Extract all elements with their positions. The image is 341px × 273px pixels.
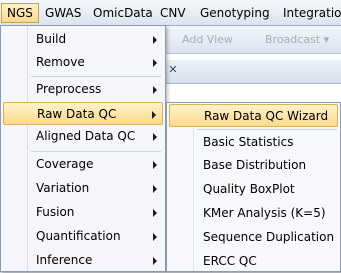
chevron-right-icon (153, 257, 157, 265)
menu-item-fusion[interactable]: Fusion (3, 201, 163, 224)
submenu-item-basic-statistics[interactable]: Basic Statistics (169, 131, 338, 154)
menu-item-label: Coverage (36, 157, 94, 171)
menu-item-raw-data-qc[interactable]: Raw Data QC (3, 102, 163, 125)
submenu-item-ercc-qc[interactable]: ERCC QC (169, 250, 338, 273)
chevron-right-icon (152, 111, 156, 119)
menu-separator (197, 129, 337, 130)
menu-bar: NGS GWAS OmicData CNV Genotyping Integra… (0, 0, 341, 26)
chevron-right-icon (153, 59, 157, 67)
menu-genotyping[interactable]: Genotyping (195, 3, 275, 23)
submenu-item-kmer-analysis[interactable]: KMer Analysis (K=5) (169, 202, 338, 225)
menu-ngs[interactable]: NGS (1, 3, 39, 23)
menu-integration[interactable]: Integration (278, 3, 341, 23)
menu-item-label: Raw Data QC (37, 107, 117, 121)
submenu-item-quality-boxplot[interactable]: Quality BoxPlot (169, 178, 338, 201)
chevron-right-icon (153, 161, 157, 169)
menu-item-label: Variation (36, 181, 90, 195)
menu-item-coverage[interactable]: Coverage (3, 153, 163, 176)
raw-data-qc-submenu: Raw Data QC Wizard Basic Statistics Base… (166, 102, 341, 272)
menu-gwas[interactable]: GWAS (40, 3, 86, 23)
menu-item-label: Remove (36, 55, 85, 69)
menu-separator (31, 76, 161, 77)
menu-item-remove[interactable]: Remove (3, 51, 163, 74)
submenu-item-label: KMer Analysis (K=5) (203, 206, 326, 220)
menu-item-label: Build (36, 32, 67, 46)
submenu-item-label: Basic Statistics (203, 135, 294, 149)
submenu-item-sequence-duplication[interactable]: Sequence Duplication (169, 226, 338, 249)
chevron-down-icon: ▾ (323, 33, 330, 46)
submenu-item-label: ERCC QC (203, 254, 257, 268)
chevron-right-icon (153, 185, 157, 193)
menu-item-label: Preprocess (36, 82, 102, 96)
menu-item-label: Quantification (36, 229, 121, 243)
submenu-item-label: Base Distribution (203, 158, 307, 172)
menu-separator (31, 151, 161, 152)
menu-item-preprocess[interactable]: Preprocess (3, 78, 163, 101)
chevron-right-icon (153, 86, 157, 94)
menu-omicdata[interactable]: OmicData (88, 3, 158, 23)
broadcast-label: Broadcast (265, 33, 321, 46)
chevron-right-icon (153, 133, 157, 141)
submenu-item-base-distribution[interactable]: Base Distribution (169, 154, 338, 177)
menu-item-quantification[interactable]: Quantification (3, 225, 163, 248)
menu-item-build[interactable]: Build (3, 28, 163, 51)
add-view-label: Add View (182, 33, 233, 46)
submenu-item-label: Quality BoxPlot (203, 182, 295, 196)
close-icon[interactable]: ✕ (166, 63, 180, 77)
chevron-right-icon (153, 209, 157, 217)
chevron-right-icon (153, 233, 157, 241)
menu-cnv[interactable]: CNV (155, 3, 191, 23)
menu-item-label: Aligned Data QC (36, 129, 136, 143)
ngs-dropdown-menu: Build Remove Preprocess Raw Data QC Alig… (0, 25, 166, 272)
submenu-item-label: Raw Data QC Wizard (204, 109, 329, 123)
menu-item-aligned-data-qc[interactable]: Aligned Data QC (3, 125, 163, 148)
menu-item-variation[interactable]: Variation (3, 177, 163, 200)
broadcast-button[interactable]: Broadcast ▾ (265, 33, 329, 46)
chevron-right-icon (153, 36, 157, 44)
menu-item-label: Fusion (36, 205, 75, 219)
submenu-item-raw-data-qc-wizard[interactable]: Raw Data QC Wizard (169, 104, 338, 127)
menu-item-label: Inference (36, 253, 93, 267)
submenu-item-label: Sequence Duplication (203, 230, 335, 244)
menu-item-inference[interactable]: Inference (3, 249, 163, 272)
add-view-button[interactable]: Add View (182, 33, 233, 46)
